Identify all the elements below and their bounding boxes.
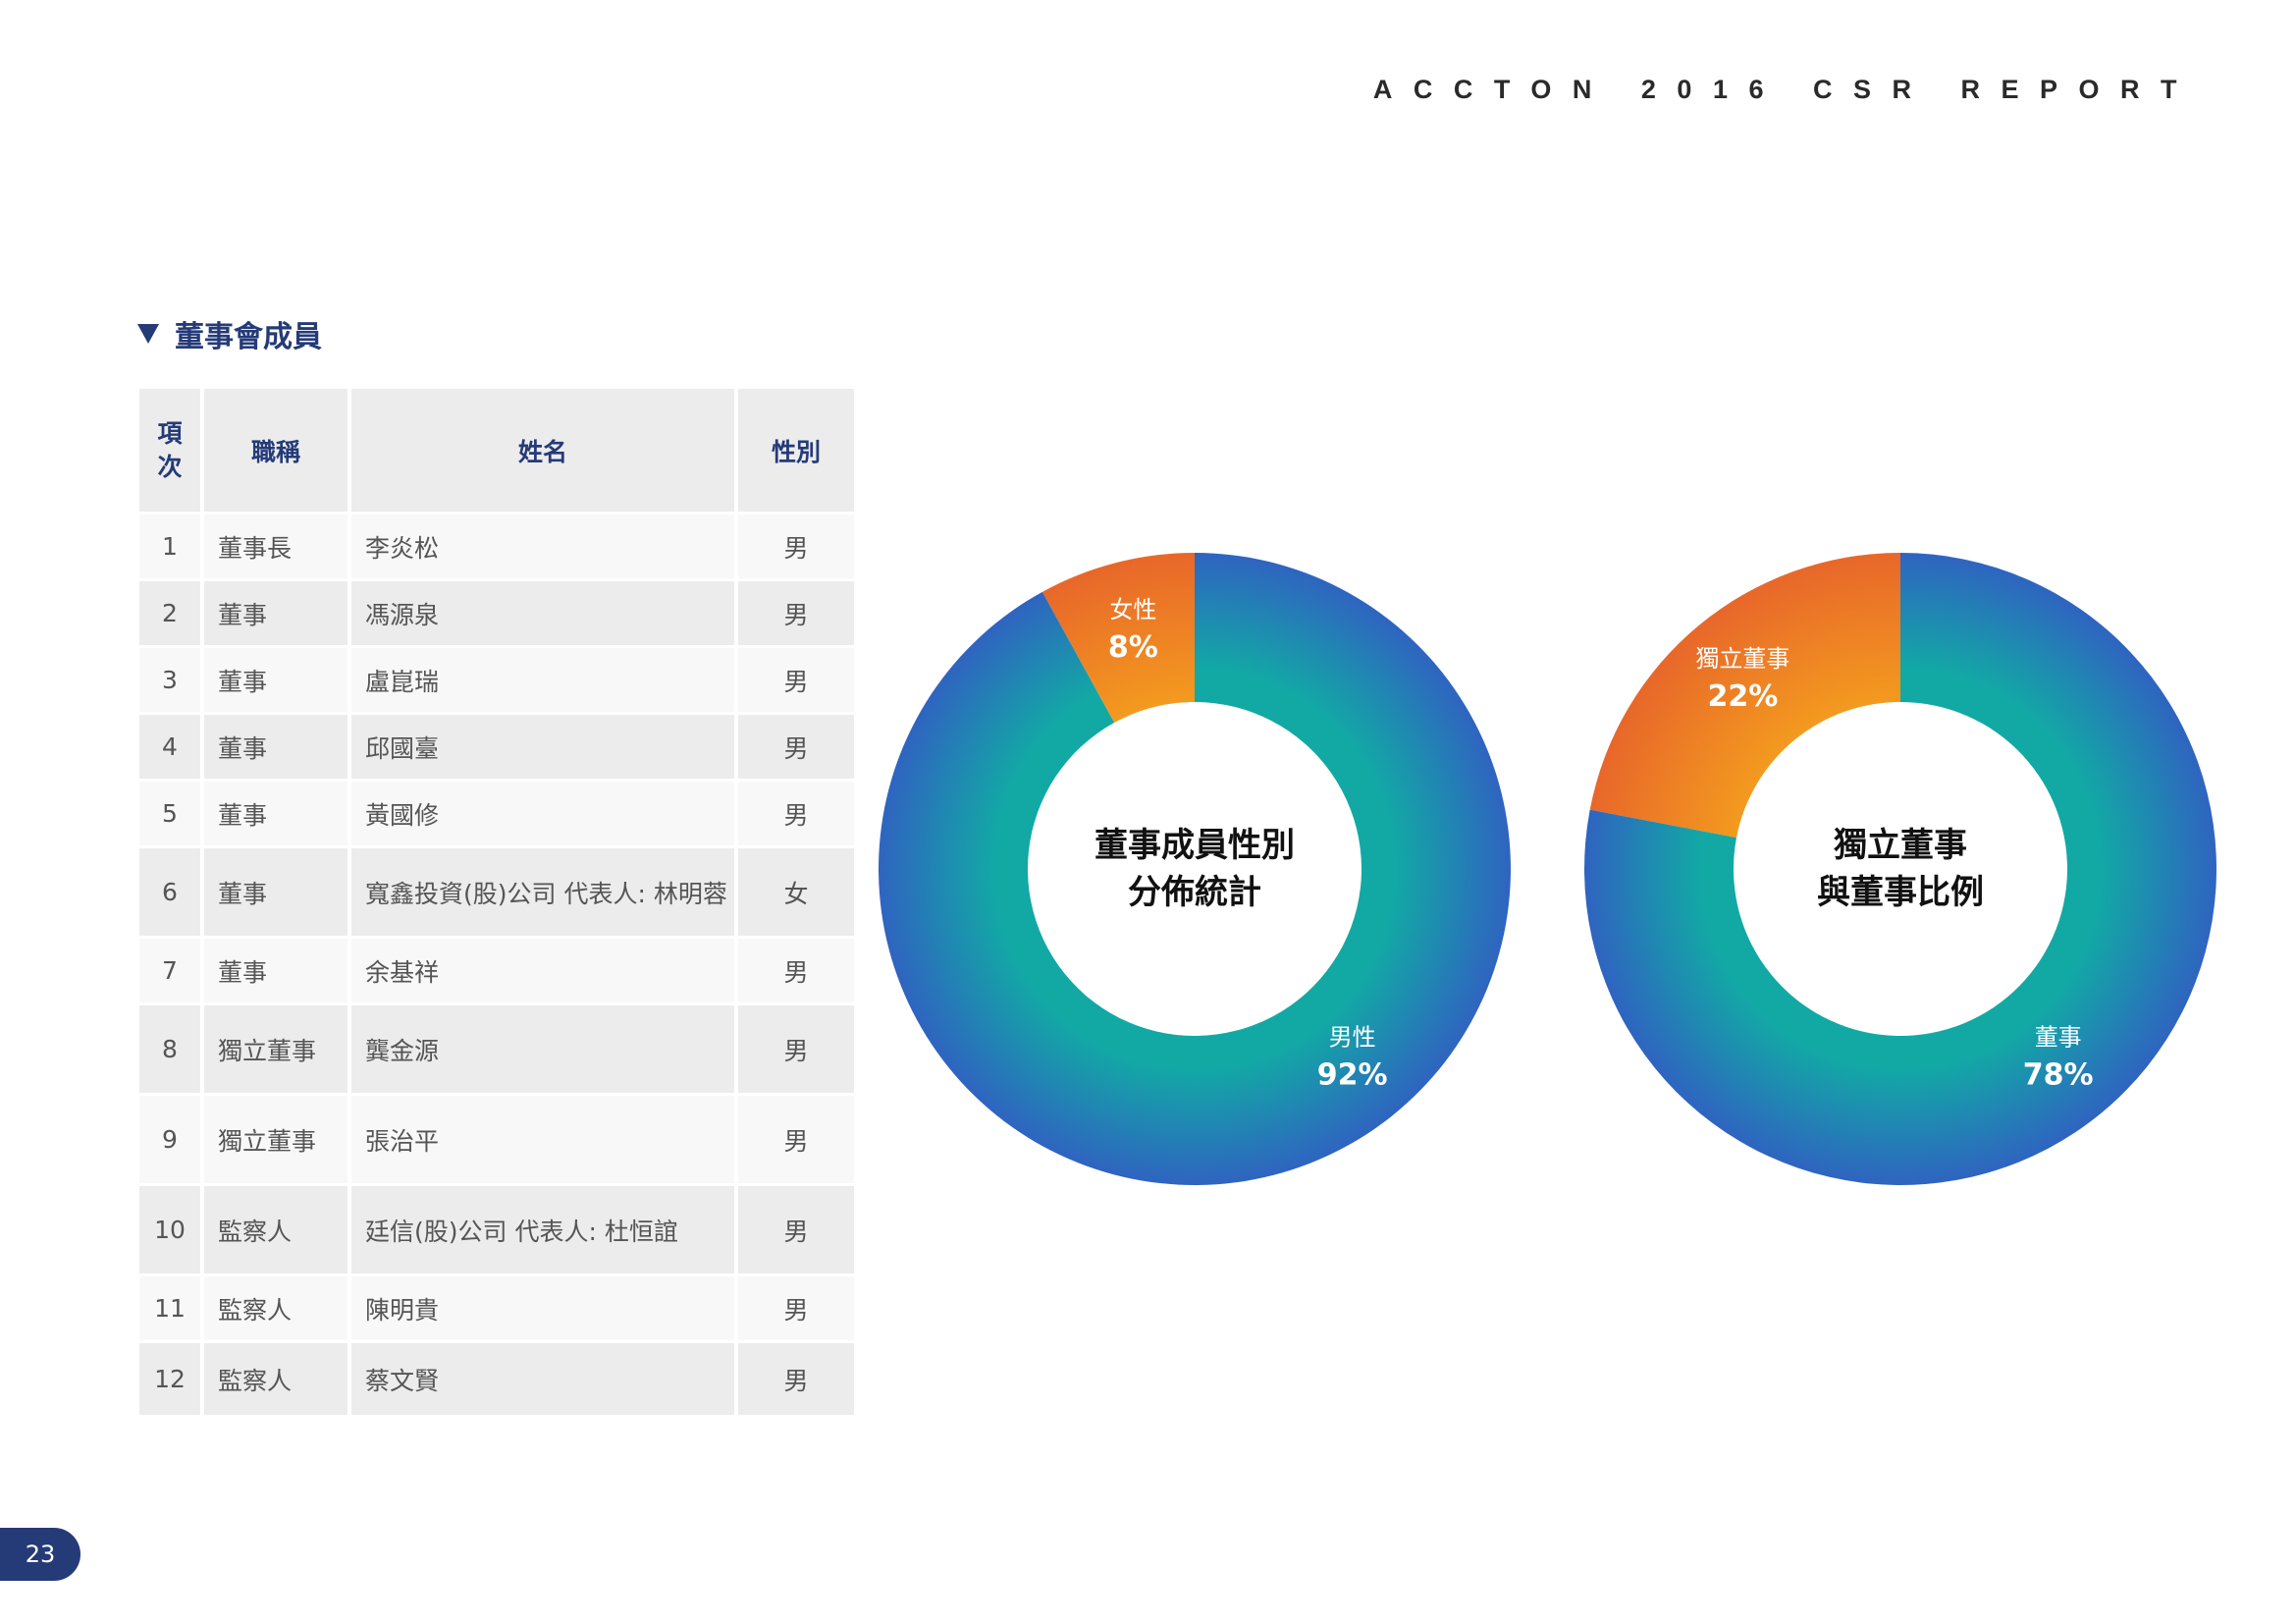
table-row: 5 董事 黃國修男: [139, 782, 854, 848]
cell-index: 3: [139, 648, 200, 715]
cell-name: 余基祥: [351, 939, 734, 1005]
cell-title: 獨立董事: [204, 1005, 347, 1096]
cell-gender: 女: [738, 848, 854, 939]
cell-name: 邱國臺: [351, 715, 734, 782]
table-row: 1 董事長 李炎松男: [139, 514, 854, 581]
cell-index: 9: [139, 1096, 200, 1186]
cell-gender: 男: [738, 1276, 854, 1343]
cell-title: 監察人: [204, 1276, 347, 1343]
cell-title: 董事: [204, 715, 347, 782]
slice-label: 董事: [2035, 1024, 2082, 1052]
cell-title: 董事: [204, 848, 347, 939]
director-chart-center-label: 獨立董事 與董事比例: [1817, 826, 1984, 912]
cell-index: 6: [139, 848, 200, 939]
board-members-table: 項 次 職稱 姓名 性別 1 董事長 李炎松男 2 董事 馮源泉男 3 董事 盧崑瑞男 4 董事 邱國…: [135, 389, 858, 1418]
table-row: 2 董事 馮源泉男: [139, 581, 854, 648]
cell-gender: 男: [738, 782, 854, 848]
header-name: 姓名: [351, 389, 734, 514]
page-number-badge: 23: [0, 1528, 80, 1581]
slice-percent: 78%: [2023, 1058, 2094, 1093]
header-index: 項 次: [139, 389, 200, 514]
table-row: 10 監察人 廷信(股)公司 代表人: 杜恒誼男: [139, 1186, 854, 1276]
slice-percent: 22%: [1707, 679, 1778, 714]
cell-name: 張治平: [351, 1096, 734, 1186]
slice-label: 男性: [1329, 1024, 1376, 1052]
cell-title: 董事: [204, 648, 347, 715]
table-row: 9 獨立董事 張治平男: [139, 1096, 854, 1186]
table-row: 7 董事 余基祥男: [139, 939, 854, 1005]
slice-label: 女性: [1109, 596, 1156, 623]
cell-title: 董事: [204, 581, 347, 648]
cell-name: 蔡文賢: [351, 1343, 734, 1418]
cell-index: 10: [139, 1186, 200, 1276]
cell-gender: 男: [738, 648, 854, 715]
cell-index: 12: [139, 1343, 200, 1418]
cell-title: 監察人: [204, 1186, 347, 1276]
cell-gender: 男: [738, 581, 854, 648]
gender-chart-center-label: 董事成員性別 分佈統計: [1095, 826, 1295, 912]
cell-name: 寬鑫投資(股)公司 代表人: 林明蓉: [351, 848, 734, 939]
cell-name: 盧崑瑞: [351, 648, 734, 715]
cell-gender: 男: [738, 1343, 854, 1418]
cell-gender: 男: [738, 1186, 854, 1276]
table-row: 6 董事 寬鑫投資(股)公司 代表人: 林明蓉女: [139, 848, 854, 939]
table-row: 11 監察人 陳明貴男: [139, 1276, 854, 1343]
section-title: 董事會成員: [137, 312, 322, 355]
cell-gender: 男: [738, 1096, 854, 1186]
table-header-row: 項 次 職稱 姓名 性別: [139, 389, 854, 514]
table-row: 3 董事 盧崑瑞男: [139, 648, 854, 715]
slice-label: 獨立董事: [1695, 645, 1789, 673]
cell-gender: 男: [738, 715, 854, 782]
cell-index: 1: [139, 514, 200, 581]
header-gender: 性別: [738, 389, 854, 514]
report-header-title: ACCTON 2016 CSR REPORT: [1372, 75, 2198, 104]
table-row: 12 監察人 蔡文賢男: [139, 1343, 854, 1418]
cell-gender: 男: [738, 1005, 854, 1096]
table-row: 4 董事 邱國臺男: [139, 715, 854, 782]
section-title-text: 董事會成員: [175, 320, 322, 354]
cell-name: 龔金源: [351, 1005, 734, 1096]
cell-name: 陳明貴: [351, 1276, 734, 1343]
cell-name: 廷信(股)公司 代表人: 杜恒誼: [351, 1186, 734, 1276]
cell-title: 董事: [204, 939, 347, 1005]
table-row: 8 獨立董事 龔金源男: [139, 1005, 854, 1096]
header-title: 職稱: [204, 389, 347, 514]
cell-title: 董事: [204, 782, 347, 848]
triangle-down-icon: [137, 324, 159, 344]
cell-index: 5: [139, 782, 200, 848]
cell-name: 黃國修: [351, 782, 734, 848]
cell-gender: 男: [738, 939, 854, 1005]
cell-index: 11: [139, 1276, 200, 1343]
cell-index: 2: [139, 581, 200, 648]
slice-percent: 92%: [1317, 1058, 1388, 1093]
cell-title: 獨立董事: [204, 1096, 347, 1186]
cell-index: 8: [139, 1005, 200, 1096]
slice-percent: 8%: [1108, 630, 1158, 665]
cell-index: 7: [139, 939, 200, 1005]
cell-gender: 男: [738, 514, 854, 581]
cell-title: 監察人: [204, 1343, 347, 1418]
cell-name: 李炎松: [351, 514, 734, 581]
cell-name: 馮源泉: [351, 581, 734, 648]
cell-index: 4: [139, 715, 200, 782]
cell-title: 董事長: [204, 514, 347, 581]
